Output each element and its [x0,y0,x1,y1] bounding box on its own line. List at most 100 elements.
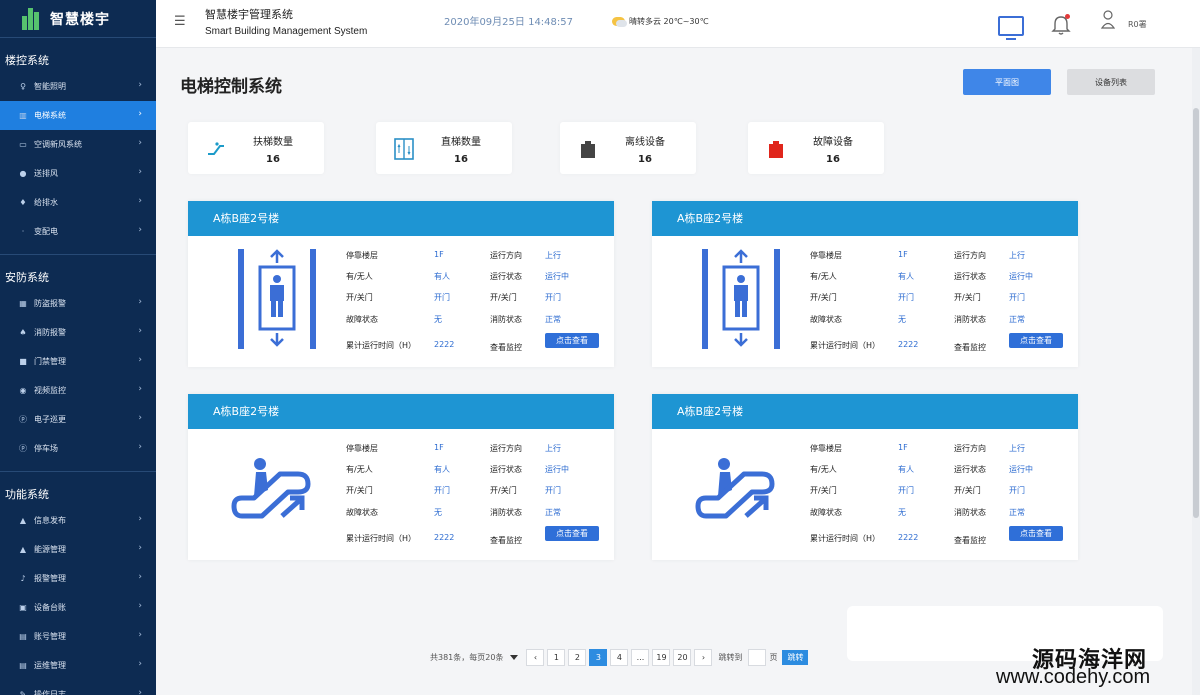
field-label: 累计运行时间（H） [810,341,881,350]
field-value: 2222 [898,340,919,349]
bell-icon[interactable] [1051,14,1071,36]
ac-icon: ▭ [19,139,27,149]
sidebar-item[interactable]: ▦ 防盗报警 › [0,289,156,318]
camera-icon: ◉ [19,385,27,395]
sidebar-item[interactable]: ▲ 信息发布 › [0,506,156,535]
field-label: 开/关门 [490,293,517,302]
field-value: 开门 [545,486,561,495]
field-value: 有人 [898,272,914,281]
next-page-button[interactable]: › [694,649,713,666]
prev-page-button[interactable]: ‹ [526,649,545,666]
sidebar-item[interactable]: ♪ 报警管理 › [0,564,156,593]
stat-value: 16 [826,154,840,165]
sidebar-item[interactable]: ▤ 运维管理 › [0,651,156,680]
field-value: 1F [898,250,908,259]
field-label: 开/关门 [954,486,981,495]
page-button[interactable]: ... [631,649,650,666]
account-icon: ▤ [19,631,27,641]
chevron-right-icon: › [138,543,142,553]
jump-go-button[interactable]: 跳转 [782,650,809,665]
fault-device-icon [766,138,786,160]
page-button[interactable]: 1 [547,649,566,666]
jump-page-input[interactable] [748,649,767,666]
field-value: 2222 [898,533,919,542]
sidebar-item-label: 视频监控 [34,386,66,395]
page-size-select[interactable] [506,655,519,660]
device-list-button[interactable]: 设备列表 [1067,69,1155,95]
avatar[interactable] [1100,10,1116,30]
elevator-icon [232,249,342,359]
field-label: 有/无人 [810,272,837,281]
sidebar-item[interactable]: ■ 门禁管理 › [0,347,156,376]
chevron-right-icon: › [138,514,142,524]
sidebar-item[interactable]: ▣ 设备台账 › [0,593,156,622]
field-value: 上行 [545,444,561,453]
scrollbar[interactable] [1192,48,1200,695]
field-label: 停靠楼层 [346,444,378,453]
sidebar-item[interactable]: ✎ 操作日志 › [0,680,156,695]
sidebar-item[interactable]: · 变配电 › [0,217,156,246]
info-icon: ▲ [19,515,27,525]
sidebar-item[interactable]: ▭ 空调新风系统 › [0,130,156,159]
patrol-icon: ⓟ [19,414,27,424]
sidebar-item-label: 运维管理 [34,661,66,670]
sidebar-item-label: 设备台账 [34,603,66,612]
weather: 晴转多云 20℃~30℃ [612,16,709,27]
page-button[interactable]: 20 [673,649,692,666]
field-label: 消防状态 [490,508,522,517]
field-label: 故障状态 [810,508,842,517]
stat-value: 16 [454,154,468,165]
sidebar-item[interactable]: ♀ 智能照明 › [0,72,156,101]
scrollbar-thumb[interactable] [1193,108,1199,518]
ledger-icon: ▣ [19,602,27,612]
chevron-right-icon: › [138,225,142,235]
field-value: 运行中 [545,465,569,474]
monitor-icon[interactable] [998,16,1024,40]
sidebar-item-label: 门禁管理 [34,357,66,366]
sidebar-item-label: 给排水 [34,198,58,207]
sidebar-item[interactable]: ⓟ 电子巡更 › [0,405,156,434]
stat-value: 16 [638,154,652,165]
brand: 智慧楼宇 [0,0,156,38]
page-button[interactable]: 2 [568,649,587,666]
field-value: 上行 [1009,251,1025,260]
fire-icon: ♠ [19,327,27,337]
view-monitor-button[interactable]: 点击查看 [1009,333,1063,348]
menu-toggle-icon[interactable]: ☰ [174,15,186,28]
field-label: 运行状态 [490,272,522,281]
elevator-panel: A栋B座2号楼 停靠楼层 1F 有/无人 有人 开/关门 开门 故障状态 无累计运行时间（H） 2… [652,201,1078,367]
sidebar-item[interactable]: ♦ 给排水 › [0,188,156,217]
sidebar-item[interactable]: ♠ 消防报警 › [0,318,156,347]
sidebar-item[interactable]: ▤ 账号管理 › [0,622,156,651]
field-label: 累计运行时间（H） [346,534,417,543]
escalator-panel: A栋B座2号楼 停靠楼层 1F 有/无人 有人 开/关门 开门 故障状态 无累计运行时间（H） 2… [652,394,1078,560]
page-button[interactable]: 19 [652,649,671,666]
field-value: 运行中 [545,272,569,281]
panel-title: A栋B座2号楼 [188,201,614,236]
sidebar-item[interactable]: ◉ 视频监控 › [0,376,156,405]
stat-escalator-count: 扶梯数量 16 [188,122,324,174]
escalator-icon [692,456,802,566]
notification-dot [1065,14,1070,19]
page-button[interactable]: 3 [589,649,608,666]
page-buttons: 1 2 3 4... 19 20 [547,649,694,666]
sidebar-item-label: 操作日志 [34,690,66,695]
sidebar-item[interactable]: ● 送排风 › [0,159,156,188]
chevron-right-icon: › [138,572,142,582]
datetime: 2020年09月25日 14:48:57 [444,17,573,28]
sidebar-item[interactable]: ▥ 电梯系统 › [0,101,156,130]
offline-device-icon [578,138,598,160]
view-monitor-button[interactable]: 点击查看 [1009,526,1063,541]
page-button[interactable]: 4 [610,649,629,666]
floor-plan-button[interactable]: 平面图 [963,69,1051,95]
view-monitor-button[interactable]: 点击查看 [545,526,599,541]
sidebar-item[interactable]: ⓟ 停车场 › [0,434,156,463]
view-monitor-button[interactable]: 点击查看 [545,333,599,348]
field-label: 故障状态 [810,315,842,324]
field-value: 正常 [1009,508,1025,517]
sidebar-item[interactable]: ▲ 能源管理 › [0,535,156,564]
power-icon: · [21,226,25,236]
sidebar-item-label: 空调新风系统 [34,140,82,149]
location-icon: ● [19,168,27,178]
user-name[interactable]: R0署 [1128,19,1147,30]
